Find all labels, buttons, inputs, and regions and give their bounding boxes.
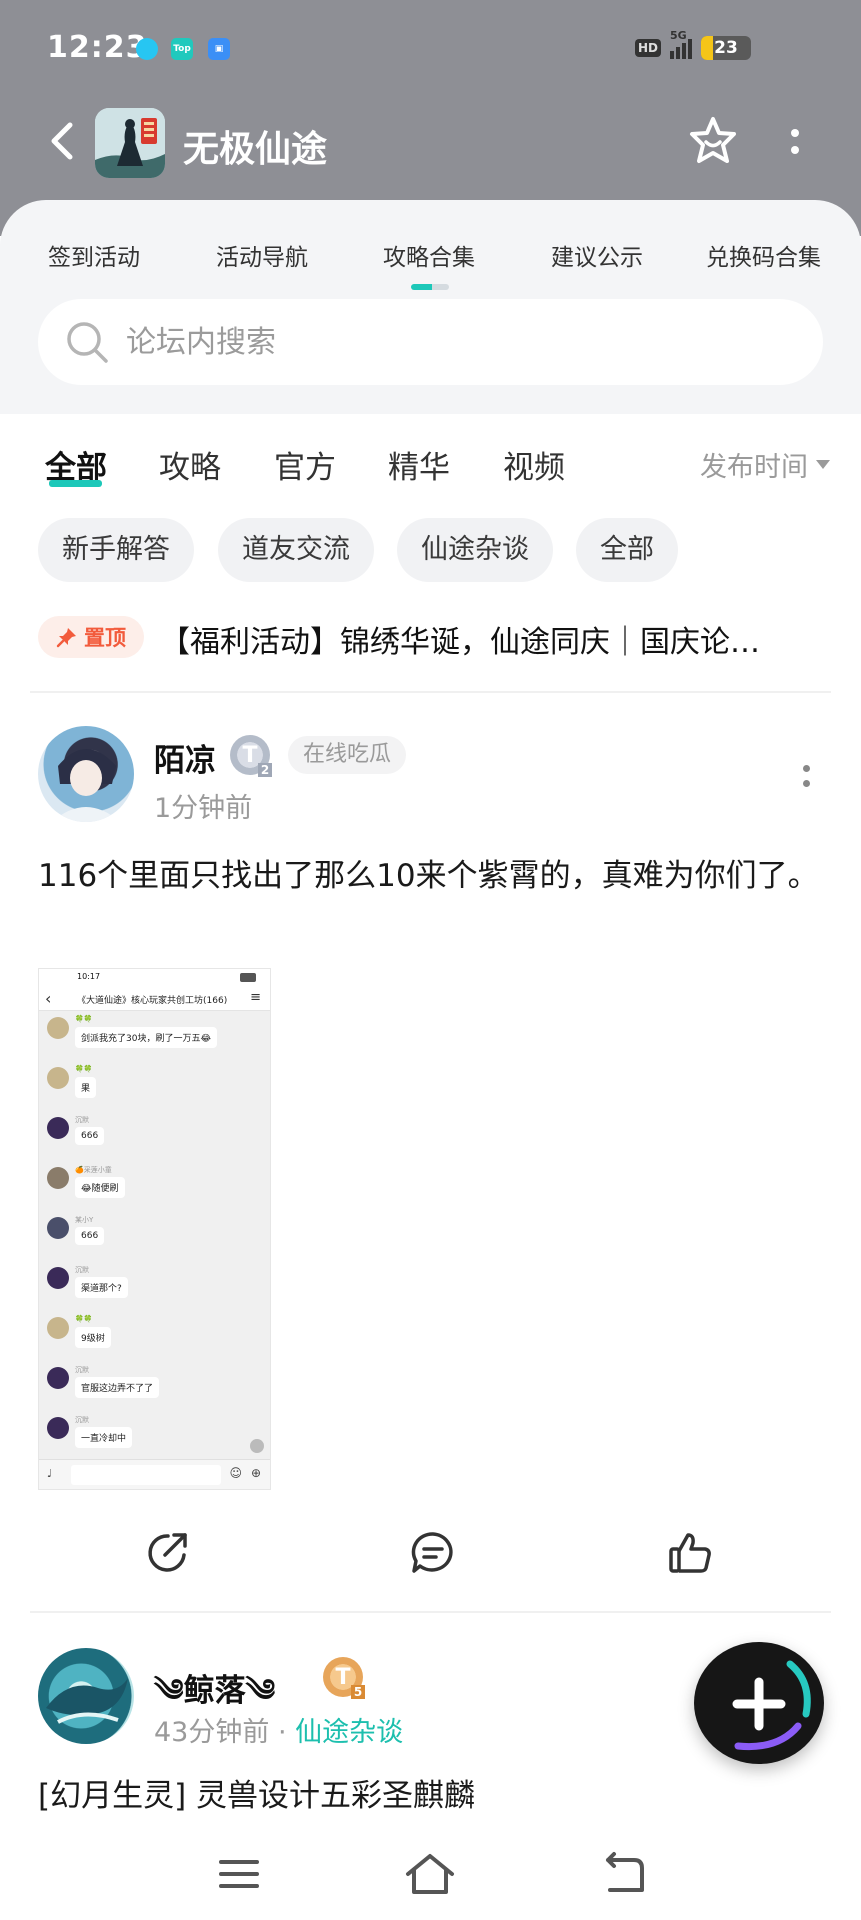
battery-level: 23: [714, 38, 738, 58]
status-indicators: HD 5G 23: [634, 29, 751, 60]
back-icon[interactable]: [594, 1848, 650, 1900]
category-chips: 新手解答 道友交流 仙途杂谈 全部: [0, 518, 861, 582]
chip-chat[interactable]: 仙途杂谈: [397, 518, 553, 582]
post-meta: 43分钟前 · 仙途杂谈: [154, 1710, 403, 1749]
favorite-star-icon[interactable]: [686, 114, 740, 168]
post-text[interactable]: [幻月生灵] 灵兽设计五彩圣麒麟: [38, 1770, 828, 1822]
chip-exchange[interactable]: 道友交流: [218, 518, 374, 582]
avatar[interactable]: [38, 1648, 134, 1744]
pinned-title: 【福利活动】锦绣华诞，仙途同庆｜国庆论…: [160, 625, 760, 660]
game-title: 无极仙途: [183, 129, 328, 170]
dropdown-arrow-icon: [816, 460, 830, 469]
title-bar: 无极仙途: [0, 100, 861, 190]
filter-guides[interactable]: 攻略: [159, 442, 221, 487]
post-actions: [0, 1520, 861, 1584]
comment-icon[interactable]: [408, 1528, 458, 1578]
chip-all[interactable]: 全部: [576, 518, 678, 582]
tab-indicator: [411, 284, 449, 290]
post-time: 43分钟前: [154, 1717, 270, 1748]
sort-label: 发布时间: [700, 452, 808, 483]
image-input-bar: ♩ ☺ ⊕: [39, 1459, 270, 1489]
post-text[interactable]: 116个里面只找出了那么10来个紫霄的，真难为你们了。: [38, 850, 828, 902]
pinned-post[interactable]: 置顶 【福利活动】锦绣华诞，仙途同庆｜国庆论…: [0, 610, 861, 664]
level-badge: T5: [323, 1657, 365, 1699]
battery-icon: 23: [701, 36, 751, 60]
image-scroll-down-icon: [250, 1439, 264, 1453]
hd-indicator: HD: [634, 39, 661, 57]
chat-message: 🍀🍀 果: [47, 1065, 270, 1115]
chat-message: 🍀🍀 剑派我充了30块，刷了一万五😂: [47, 1015, 270, 1065]
tv-app-icon: ▣: [208, 38, 230, 60]
pin-icon: [56, 628, 76, 648]
tab-suggestions[interactable]: 建议公示: [551, 238, 643, 272]
create-post-button[interactable]: [694, 1642, 824, 1764]
search-input[interactable]: [126, 321, 776, 363]
image-mic-icon: ♩: [47, 1467, 53, 1480]
level-badge: T2: [230, 735, 272, 777]
author-name[interactable]: 陌凉: [154, 735, 216, 780]
chat-message: 沉默 一直冷却中: [47, 1415, 270, 1465]
tab-event-nav[interactable]: 活动导航: [216, 238, 308, 272]
post-time: 1分钟前: [154, 793, 253, 824]
filter-featured[interactable]: 精华: [388, 442, 450, 487]
plus-icon: [732, 1660, 811, 1751]
chat-message: 沉默 666: [47, 1115, 270, 1165]
post-more-icon[interactable]: [796, 756, 816, 796]
filter-official[interactable]: 官方: [274, 442, 336, 487]
tab-codes[interactable]: 兑换码合集: [706, 238, 821, 272]
filter-indicator: [49, 480, 102, 487]
signal-icon: 5G: [670, 29, 692, 59]
more-vertical-icon[interactable]: [775, 118, 815, 164]
image-plus-icon: ⊕: [250, 1466, 261, 1480]
tab-guides[interactable]: 攻略合集: [383, 238, 475, 272]
avatar[interactable]: [38, 726, 134, 822]
home-icon[interactable]: [402, 1848, 458, 1900]
image-status-bar: 10:17: [39, 969, 270, 987]
status-bar: 12:23 Top ▣ HD 5G 23: [0, 0, 861, 100]
top-app-icon: Top: [171, 38, 193, 60]
system-nav-bar: [0, 1834, 861, 1920]
chat-message: 沉默 渠道那个?: [47, 1265, 270, 1315]
menu-icon[interactable]: [211, 1848, 267, 1900]
like-icon[interactable]: [665, 1528, 715, 1578]
section-tabs: 签到活动 活动导航 攻略合集 建议公示 兑换码合集: [0, 220, 861, 290]
share-icon[interactable]: [143, 1528, 193, 1578]
search-icon: [67, 322, 108, 363]
filter-tabs: 全部 攻略 官方 精华 视频 发布时间: [0, 414, 861, 514]
divider: [30, 691, 831, 693]
sort-dropdown[interactable]: 发布时间: [700, 445, 830, 484]
post-image[interactable]: 10:17 《大道仙途》核心玩家共创工坊(166) 🍀🍀剑派我充了30块，刷了一…: [38, 968, 271, 1490]
image-emoji-icon: ☺: [229, 1466, 242, 1480]
divider: [30, 1611, 831, 1613]
chat-message: 沉默 官服这边弄不了了: [47, 1365, 270, 1415]
chat-message: 某小Y 666: [47, 1215, 270, 1265]
status-time: 12:23: [47, 30, 148, 65]
chip-newbie[interactable]: 新手解答: [38, 518, 194, 582]
tab-checkin[interactable]: 签到活动: [48, 238, 140, 272]
game-app-icon[interactable]: [95, 108, 165, 178]
chat-message: 🍀🍀 9级树: [47, 1315, 270, 1365]
user-status-tag: 在线吃瓜: [288, 736, 407, 774]
back-arrow-icon[interactable]: [44, 118, 80, 164]
pinned-badge: 置顶: [38, 616, 144, 658]
bubble-app-icon: [136, 38, 158, 60]
search-bar[interactable]: [38, 299, 823, 385]
post-category[interactable]: 仙途杂谈: [295, 1717, 403, 1748]
image-chat-messages: 🍀🍀 剑派我充了30块，刷了一万五😂 🍀🍀 果 沉默 666 🍊采莲小童 😂随便刷 某小…: [39, 1011, 270, 1465]
image-chat-title: 《大道仙途》核心玩家共创工坊(166): [39, 987, 270, 1011]
forum-nav-panel: 签到活动 活动导航 攻略合集 建议公示 兑换码合集: [0, 200, 861, 414]
filter-videos[interactable]: 视频: [503, 442, 565, 487]
meta-separator: ·: [277, 1717, 287, 1748]
chat-message: 🍊采莲小童 😂随便刷: [47, 1165, 270, 1215]
